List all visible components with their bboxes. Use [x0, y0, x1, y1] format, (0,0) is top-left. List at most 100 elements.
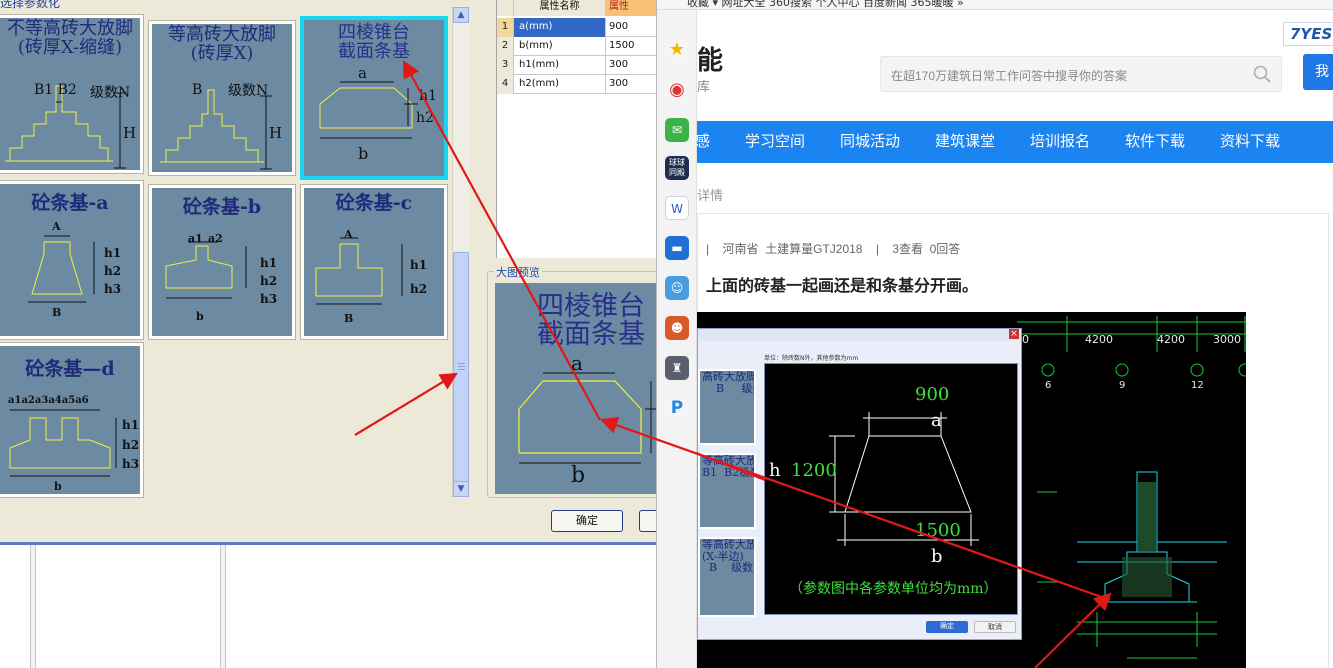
label-height: H — [123, 124, 137, 142]
param-a-label: a — [931, 410, 942, 431]
label-h3: h3 — [122, 457, 140, 471]
label-b: b — [358, 144, 369, 163]
label-a1-a6: a1a2a3a4a5a6 — [8, 395, 89, 406]
label-b: b — [196, 310, 204, 323]
table-row[interactable]: 1 a(mm) 900 — [497, 18, 657, 37]
label-h3: h3 — [260, 292, 278, 306]
header-property-name: 属性名称 — [514, 0, 606, 16]
question-screenshot[interactable]: 00 4200 4200 3000 6 9 12 × 单位：除砖数N外，其他参数… — [697, 312, 1246, 668]
tile-image: 砼条基-b a1 a2 h1 h2 h3 b — [152, 188, 292, 336]
concrete-strip-d-diagram — [9, 409, 117, 477]
tile-four-pyramid-strip-footing[interactable]: 四棱锥台 截面条基 a h1 h2 b — [300, 16, 448, 180]
row-number: 1 — [497, 18, 514, 37]
nav-item[interactable]: 感 — [697, 121, 710, 163]
label-b: B — [192, 82, 203, 98]
row-number: 2 — [497, 37, 514, 56]
label-h2: h2 — [260, 274, 278, 288]
property-table-header: 属性名称 属性 — [497, 0, 657, 16]
label-h2: h2 — [122, 438, 140, 452]
tile-concrete-strip-a[interactable]: 砼条基-a A h1 h2 h3 B — [0, 180, 144, 340]
tile-concrete-strip-c[interactable]: 砼条基-c A h1 h2 B — [300, 184, 448, 340]
param-h-value: 1200 — [791, 460, 837, 481]
game-icon[interactable]: 球球 同殿 — [665, 156, 689, 180]
brand-badge[interactable]: 7YES — [1283, 22, 1333, 46]
embedded-tile: 高砖大放脚 B 级数N — [698, 369, 756, 445]
nav-item-study-space[interactable]: 学习空间 — [745, 121, 805, 163]
scroll-thumb[interactable] — [453, 252, 469, 482]
site-logo-sub: 库 — [697, 80, 711, 95]
close-icon: × — [1009, 329, 1019, 339]
question-title: 上面的砖基一起画还是和条基分开画。 — [706, 278, 979, 295]
nav-item-building-class[interactable]: 建筑课堂 — [935, 121, 995, 163]
pdf-icon[interactable]: P — [665, 396, 689, 420]
tile-concrete-strip-b[interactable]: 砼条基-b a1 a2 h1 h2 h3 b — [148, 184, 296, 340]
nav-item-resource-download[interactable]: 资料下载 — [1220, 121, 1280, 163]
bookmarks-text[interactable]: 收藏 ▾ 网址大全 360搜索 个人中心 百度新闻 365暖暖 » — [687, 0, 964, 9]
weibo-icon[interactable]: ◉ — [665, 78, 689, 102]
preview-label-a: a — [571, 351, 583, 375]
search-box[interactable]: 在超170万建筑日常工作问答中搜寻你的答案 — [880, 56, 1282, 92]
search-icon[interactable] — [1253, 65, 1271, 83]
table-row[interactable]: 2 b(mm) 1500 — [497, 37, 657, 56]
detail-label: 详情 — [697, 189, 724, 204]
property-name: a(mm) — [514, 18, 606, 37]
background-window — [0, 545, 656, 668]
cad-axis: 6 — [1045, 380, 1051, 391]
table-row[interactable]: 3 h1(mm) 300 — [497, 56, 657, 75]
param-b-label: b — [931, 546, 943, 567]
param-h-label: h — [769, 460, 781, 481]
property-value[interactable]: 300 — [606, 56, 657, 75]
large-preview-image: 四棱锥台 截面条基 a b — [495, 283, 656, 494]
row-number: 3 — [497, 56, 514, 75]
tile-unequal-brick-footing[interactable]: 不等高砖大放脚 (砖厚X-缩缝) B1 B2 级数N H — [0, 14, 144, 174]
label-h1: h1 — [260, 256, 278, 270]
cad-dim: 4200 — [1085, 333, 1113, 346]
star-icon[interactable]: ★ — [665, 38, 689, 62]
mail-icon[interactable]: ✉ — [665, 118, 689, 142]
table-row[interactable]: 4 h2(mm) 300 — [497, 75, 657, 94]
header-property-value: 属性 — [606, 0, 657, 16]
label-h2: h2 — [410, 282, 428, 296]
unit-note: （参数图中各参数单位均为mm） — [789, 581, 998, 597]
chat-icon[interactable]: ▬ — [665, 236, 689, 260]
label-b: b — [54, 480, 62, 493]
embedded-dialog: × 单位：除砖数N外，其他参数为mm 高砖大放脚 B 级数N 等高砖大放脚 B1… — [697, 328, 1022, 640]
app-icon[interactable]: ☺ — [665, 276, 689, 300]
embedded-cancel-button: 取消 — [974, 621, 1016, 633]
bookmarks-bar[interactable]: 收藏 ▾ 网址大全 360搜索 个人中心 百度新闻 365暖暖 » — [657, 0, 1333, 10]
preview-label-b: b — [571, 463, 586, 488]
property-value[interactable]: 300 — [606, 75, 657, 94]
cad-dim: 3000 — [1213, 333, 1241, 346]
scroll-up-button[interactable]: ▲ — [453, 7, 469, 23]
nav-item-software-download[interactable]: 软件下载 — [1125, 121, 1185, 163]
tile-grid-scrollbar[interactable]: ▲ ▼ — [452, 7, 469, 497]
label-h2: h2 — [416, 110, 434, 126]
tile-image: 砼条基-a A h1 h2 h3 B — [0, 184, 140, 336]
webpage: 能 库 7YES 在超170万建筑日常工作问答中搜寻你的答案 我 感 学习空间 … — [697, 10, 1333, 668]
property-table: 属性名称 属性 1 a(mm) 900 2 b(mm) 1500 3 h1(mm… — [496, 0, 657, 258]
label-B: B — [52, 306, 62, 319]
property-name: h1(mm) — [514, 56, 606, 75]
nav-item-training-signup[interactable]: 培训报名 — [1030, 121, 1090, 163]
tile-image: 砼条基—d a1a2a3a4a5a6 h1 h2 h3 b — [0, 346, 140, 494]
label-tier-count: 级数N — [228, 83, 269, 99]
browser-sidebar: ★ ◉ ✉ 球球 同殿 W ▬ ☺ ☻ ♜ P — [657, 10, 697, 668]
nav-item-local-events[interactable]: 同城活动 — [840, 121, 900, 163]
property-value[interactable]: 900 — [606, 18, 657, 37]
ok-button[interactable]: 确定 — [551, 510, 623, 532]
label-a2: a2 — [208, 232, 223, 245]
screen: 选择参数化 不等高砖大放脚 (砖厚X-缩缝) B1 B2 级数N H 等高砖大放… — [0, 0, 1333, 668]
label-a: a — [358, 64, 367, 82]
app-icon[interactable]: ☻ — [665, 316, 689, 340]
label-h3: h3 — [104, 282, 122, 296]
tile-concrete-strip-d[interactable]: 砼条基—d a1a2a3a4a5a6 h1 h2 h3 b — [0, 342, 144, 498]
search-button[interactable]: 我 — [1303, 54, 1333, 90]
tile-equal-brick-footing[interactable]: 等高砖大放脚 (砖厚X) B 级数N H — [148, 20, 296, 176]
scroll-down-button[interactable]: ▼ — [453, 481, 469, 497]
param-a-value: 900 — [915, 384, 950, 405]
word-icon[interactable]: W — [665, 196, 689, 220]
app-icon[interactable]: ♜ — [665, 356, 689, 380]
embedded-ok-button: 确定 — [926, 621, 968, 633]
site-logo[interactable]: 能 — [697, 40, 723, 77]
property-value[interactable]: 1500 — [606, 37, 657, 56]
